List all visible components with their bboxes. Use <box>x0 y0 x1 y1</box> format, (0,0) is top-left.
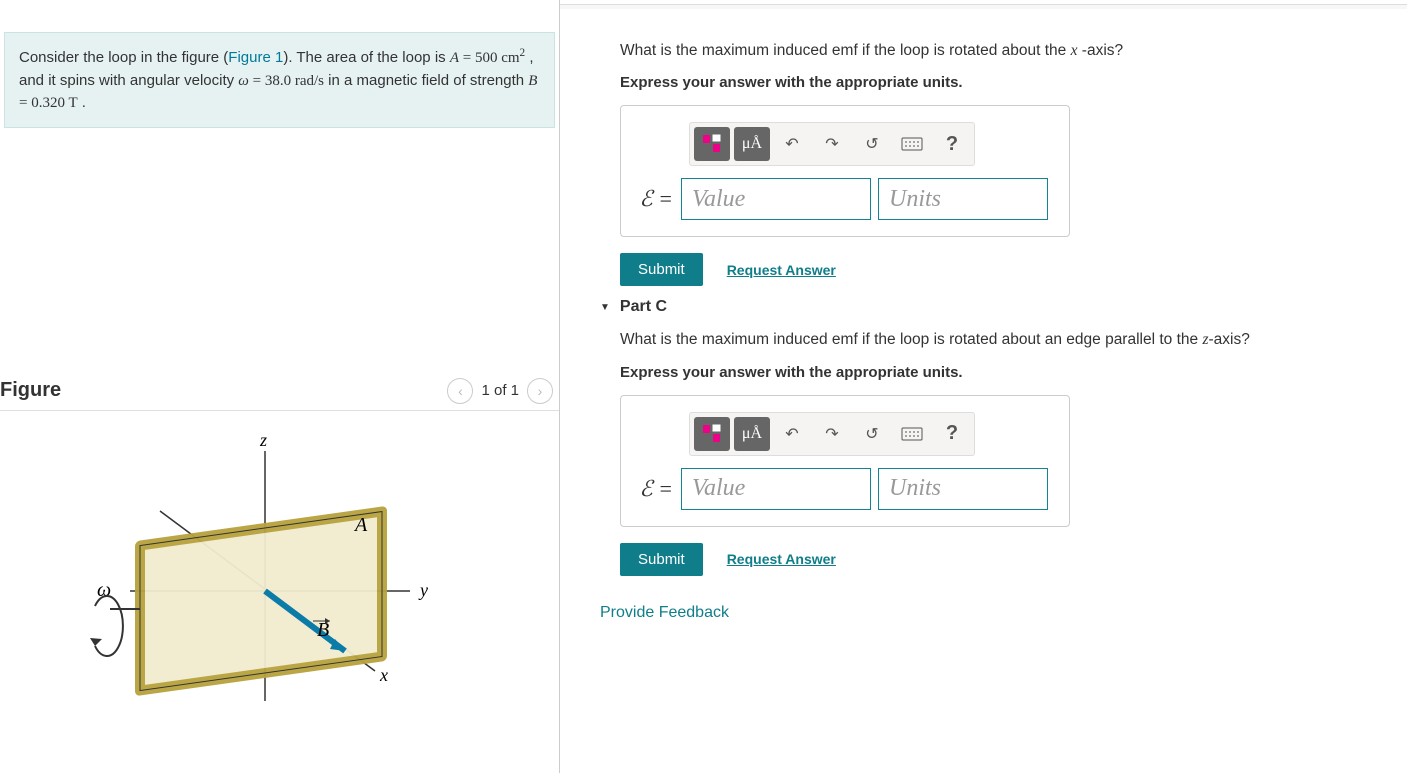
reset-icon[interactable]: ↺ <box>854 417 890 451</box>
svg-text:ω: ω <box>97 579 111 601</box>
units-input[interactable] <box>878 468 1048 510</box>
instruction: Express your answer with the appropriate… <box>620 74 1387 91</box>
variable-label: ℰ = <box>637 186 673 212</box>
templates-icon[interactable] <box>694 127 730 161</box>
provide-feedback-link[interactable]: Provide Feedback <box>600 604 1387 622</box>
instruction: Express your answer with the appropriate… <box>620 364 1387 381</box>
collapse-caret-icon[interactable]: ▼ <box>600 302 610 313</box>
figure-prev-button[interactable]: ‹ <box>447 378 473 404</box>
figure-next-button[interactable]: › <box>527 378 553 404</box>
variable-label: ℰ = <box>637 476 673 502</box>
redo-icon[interactable]: ↷ <box>814 127 850 161</box>
figure-link[interactable]: Figure 1 <box>228 49 283 66</box>
value-input[interactable] <box>681 468 871 510</box>
answer-box: μÅ ↶ ↷ ↺ ? ℰ = <box>620 105 1070 237</box>
svg-text:y: y <box>418 580 428 600</box>
redo-icon[interactable]: ↷ <box>814 417 850 451</box>
request-answer-link[interactable]: Request Answer <box>727 262 836 278</box>
help-icon[interactable]: ? <box>934 417 970 451</box>
svg-text:z: z <box>259 431 267 450</box>
help-icon[interactable]: ? <box>934 127 970 161</box>
request-answer-link[interactable]: Request Answer <box>727 551 836 567</box>
question-text: What is the maximum induced emf if the l… <box>620 39 1387 62</box>
undo-icon[interactable]: ↶ <box>774 127 810 161</box>
part-title: Part C <box>620 298 667 316</box>
value-input[interactable] <box>681 178 871 220</box>
undo-icon[interactable]: ↶ <box>774 417 810 451</box>
reset-icon[interactable]: ↺ <box>854 127 890 161</box>
units-button[interactable]: μÅ <box>734 417 770 451</box>
submit-button[interactable]: Submit <box>620 253 703 286</box>
submit-button[interactable]: Submit <box>620 543 703 576</box>
figure-heading: Figure <box>0 379 61 402</box>
svg-text:A: A <box>353 514 368 536</box>
answer-box: μÅ ↶ ↷ ↺ ? ℰ = <box>620 395 1070 527</box>
toolbar: μÅ ↶ ↷ ↺ ? <box>689 122 975 166</box>
question-text: What is the maximum induced emf if the l… <box>620 328 1387 351</box>
figure-nav-text: 1 of 1 <box>481 382 519 399</box>
units-button[interactable]: μÅ <box>734 127 770 161</box>
keyboard-icon[interactable] <box>894 417 930 451</box>
svg-text:x: x <box>379 665 388 685</box>
units-input[interactable] <box>878 178 1048 220</box>
problem-statement: Consider the loop in the figure (Figure … <box>4 32 555 128</box>
keyboard-icon[interactable] <box>894 127 930 161</box>
templates-icon[interactable] <box>694 417 730 451</box>
toolbar: μÅ ↶ ↷ ↺ ? <box>689 412 975 456</box>
figure-diagram: z x y A B ω <box>0 411 559 745</box>
